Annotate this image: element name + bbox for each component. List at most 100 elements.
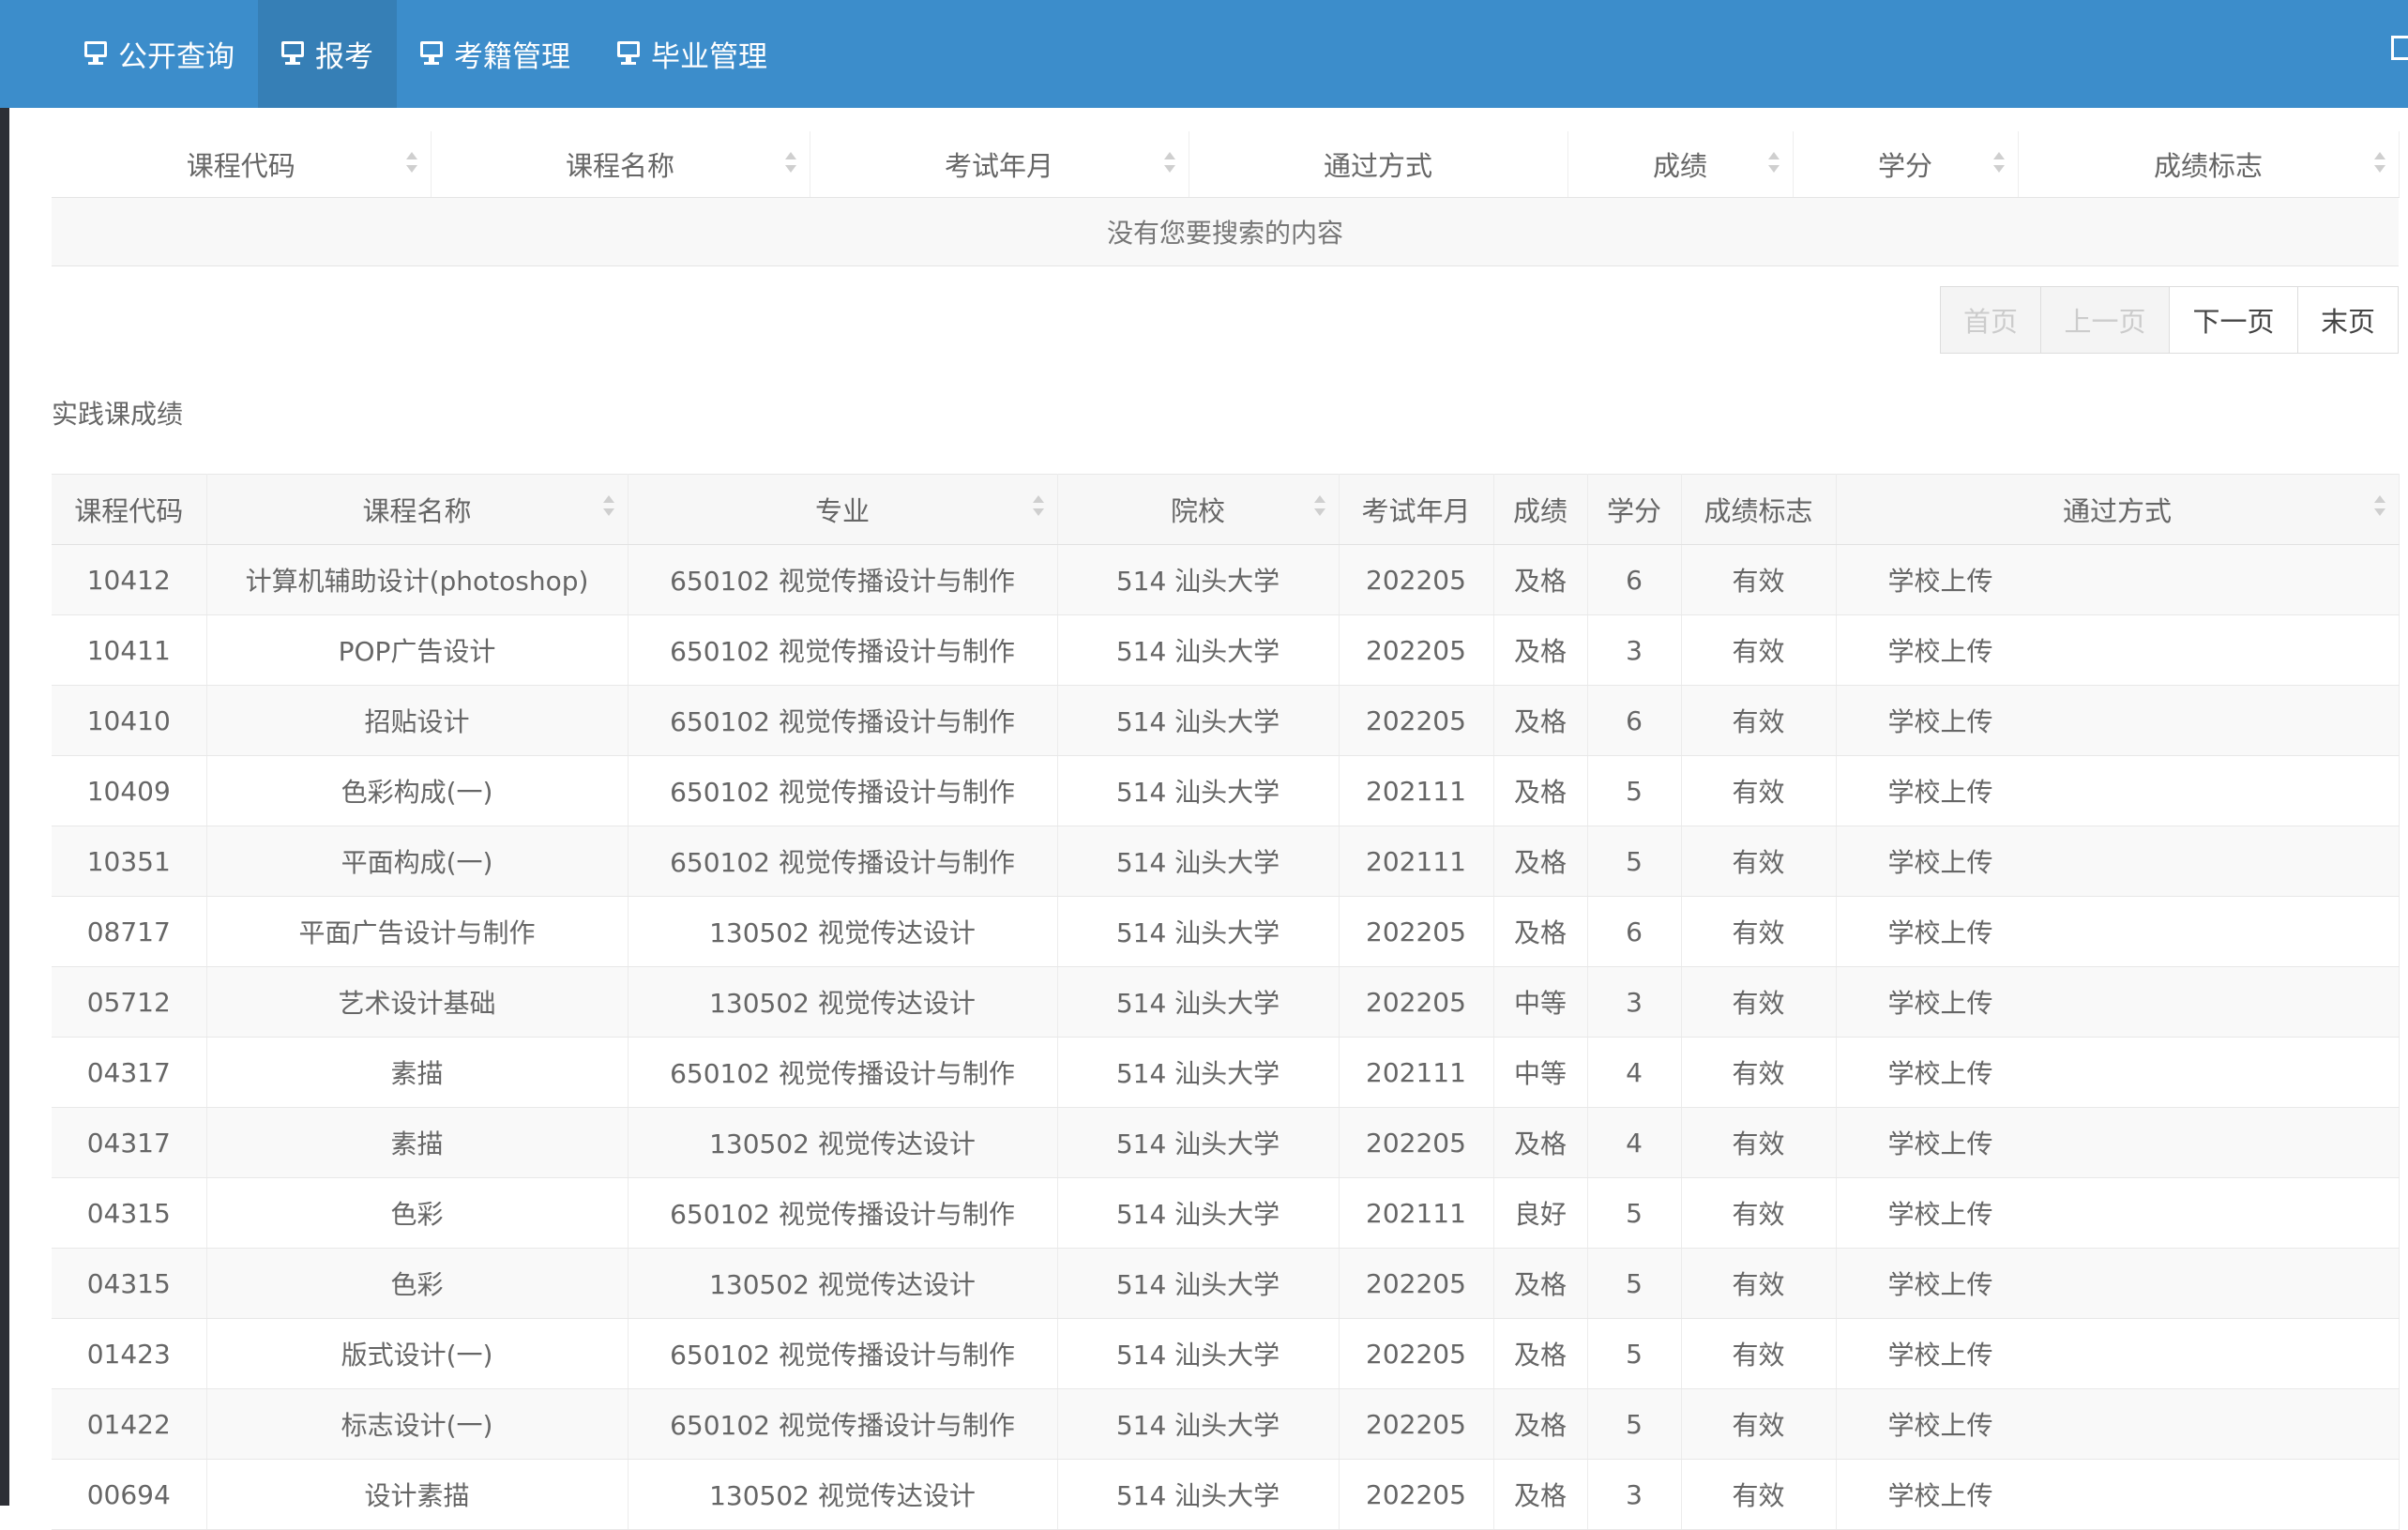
- pass-method-cell: 学校上传: [1836, 685, 2400, 756]
- score-cell: 及格: [1493, 685, 1588, 756]
- course-code-cell: 04317: [52, 1107, 207, 1178]
- column-header[interactable]: 学分: [1587, 474, 1682, 545]
- last-page-button[interactable]: 末页: [2297, 286, 2399, 354]
- column-header[interactable]: 学分: [1793, 131, 2019, 198]
- score-cell: 及格: [1493, 826, 1588, 897]
- course-name-cell: 素描: [206, 1107, 629, 1178]
- course-code-cell: 04315: [52, 1177, 207, 1249]
- credit-cell: 3: [1587, 614, 1682, 686]
- score-cell: 及格: [1493, 755, 1588, 826]
- sort-icon[interactable]: [602, 495, 614, 522]
- credit-cell: 3: [1587, 1459, 1682, 1530]
- score-cell: 及格: [1493, 614, 1588, 686]
- sort-icon[interactable]: [2373, 152, 2385, 178]
- nav-item-registration[interactable]: 报考: [258, 0, 397, 108]
- pass-method-cell: 学校上传: [1836, 966, 2400, 1038]
- pass-method-cell: 学校上传: [1836, 1318, 2400, 1389]
- column-header[interactable]: 课程代码: [52, 131, 432, 198]
- nav-item-graduation[interactable]: 毕业管理: [594, 0, 791, 108]
- exam-date-cell: 202111: [1339, 826, 1494, 897]
- school-cell: 514 汕头大学: [1057, 1107, 1340, 1178]
- monitor-icon: [281, 40, 308, 68]
- left-edge-bar: [0, 0, 9, 1506]
- school-cell: 514 汕头大学: [1057, 1318, 1340, 1389]
- score-cell: 及格: [1493, 1248, 1588, 1319]
- table-header-row: 课程代码 课程名称 考试年月 通过方式 成绩 学分 成绩标志: [52, 131, 2400, 198]
- course-code-cell: 10412: [52, 544, 207, 615]
- column-header[interactable]: 成绩: [1567, 131, 1794, 198]
- exam-date-cell: 202205: [1339, 1318, 1494, 1389]
- school-cell: 514 汕头大学: [1057, 1248, 1340, 1319]
- course-name-cell: 设计素描: [206, 1459, 629, 1530]
- next-page-button[interactable]: 下一页: [2169, 286, 2298, 354]
- column-header[interactable]: 成绩标志: [2018, 131, 2400, 198]
- pass-method-cell: 学校上传: [1836, 826, 2400, 897]
- nav-item-label: 考籍管理: [454, 40, 570, 74]
- major-cell: 130502 视觉传达设计: [628, 1248, 1058, 1319]
- course-name-cell: 素描: [206, 1037, 629, 1108]
- column-header[interactable]: 专业: [628, 474, 1058, 545]
- school-cell: 514 汕头大学: [1057, 826, 1340, 897]
- sort-icon[interactable]: [405, 152, 417, 178]
- sort-icon[interactable]: [1032, 495, 1044, 522]
- credit-cell: 3: [1587, 966, 1682, 1038]
- sort-icon[interactable]: [1313, 495, 1325, 522]
- major-cell: 130502 视觉传达设计: [628, 966, 1058, 1038]
- major-cell: 650102 视觉传播设计与制作: [628, 614, 1058, 686]
- sort-icon[interactable]: [1767, 152, 1779, 178]
- course-code-cell: 01423: [52, 1318, 207, 1389]
- column-header[interactable]: 通过方式: [1189, 131, 1568, 198]
- table-row: 10412 计算机辅助设计(photoshop) 650102 视觉传播设计与制作 5…: [52, 544, 2400, 615]
- score-cell: 及格: [1493, 1107, 1588, 1178]
- nav-item-exam-records[interactable]: 考籍管理: [397, 0, 594, 108]
- column-header[interactable]: 考试年月: [810, 131, 1189, 198]
- column-header[interactable]: 院校: [1057, 474, 1340, 545]
- nav-item-public-query[interactable]: 公开查询: [61, 0, 258, 108]
- column-header[interactable]: 成绩: [1493, 474, 1588, 545]
- course-code-cell: 10411: [52, 614, 207, 686]
- score-flag-cell: 有效: [1681, 1459, 1837, 1530]
- table-row: 01422 标志设计(一) 650102 视觉传播设计与制作 514 汕头大学 2022…: [52, 1388, 2400, 1460]
- major-cell: 650102 视觉传播设计与制作: [628, 1318, 1058, 1389]
- pass-method-cell: 学校上传: [1836, 755, 2400, 826]
- course-name-cell: 版式设计(一): [206, 1318, 629, 1389]
- column-header[interactable]: 通过方式: [1836, 474, 2400, 545]
- course-code-cell: 04315: [52, 1248, 207, 1319]
- sort-icon[interactable]: [1992, 152, 2005, 178]
- exam-date-cell: 202205: [1339, 1459, 1494, 1530]
- column-header[interactable]: 成绩标志: [1681, 474, 1837, 545]
- score-cell: 及格: [1493, 1318, 1588, 1389]
- major-cell: 650102 视觉传播设计与制作: [628, 1177, 1058, 1249]
- pass-method-cell: 学校上传: [1836, 1248, 2400, 1319]
- credit-cell: 5: [1587, 826, 1682, 897]
- score-flag-cell: 有效: [1681, 1388, 1837, 1460]
- credit-cell: 5: [1587, 1177, 1682, 1249]
- sort-icon[interactable]: [784, 152, 796, 178]
- course-name-cell: 平面广告设计与制作: [206, 896, 629, 967]
- column-header[interactable]: 考试年月: [1339, 474, 1494, 545]
- credit-cell: 5: [1587, 755, 1682, 826]
- exam-date-cell: 202205: [1339, 1248, 1494, 1319]
- pass-method-cell: 学校上传: [1836, 614, 2400, 686]
- exam-date-cell: 202205: [1339, 966, 1494, 1038]
- pass-method-cell: 学校上传: [1836, 544, 2400, 615]
- credit-cell: 6: [1587, 544, 1682, 615]
- credit-cell: 5: [1587, 1248, 1682, 1319]
- first-page-button[interactable]: 首页: [1940, 286, 2041, 354]
- column-header[interactable]: 课程名称: [431, 131, 810, 198]
- sort-icon[interactable]: [2373, 495, 2385, 522]
- exam-date-cell: 202205: [1339, 1388, 1494, 1460]
- course-name-cell: POP广告设计: [206, 614, 629, 686]
- column-header[interactable]: 课程名称: [206, 474, 629, 545]
- column-header[interactable]: 课程代码: [52, 474, 207, 545]
- pagination: 首页 上一页 下一页 末页: [1940, 286, 2399, 354]
- table-row: 04317 素描 130502 视觉传达设计 514 汕头大学 202205 及格 4 有效学…: [52, 1107, 2400, 1178]
- prev-page-button[interactable]: 上一页: [2040, 286, 2170, 354]
- score-cell: 中等: [1493, 966, 1588, 1038]
- sort-icon[interactable]: [1163, 152, 1175, 178]
- logout-icon[interactable]: [2391, 36, 2408, 60]
- major-cell: 130502 视觉传达设计: [628, 1107, 1058, 1178]
- school-cell: 514 汕头大学: [1057, 896, 1340, 967]
- table-row: 10409 色彩构成(一) 650102 视觉传播设计与制作 514 汕头大学 2021…: [52, 755, 2400, 826]
- exam-date-cell: 202205: [1339, 896, 1494, 967]
